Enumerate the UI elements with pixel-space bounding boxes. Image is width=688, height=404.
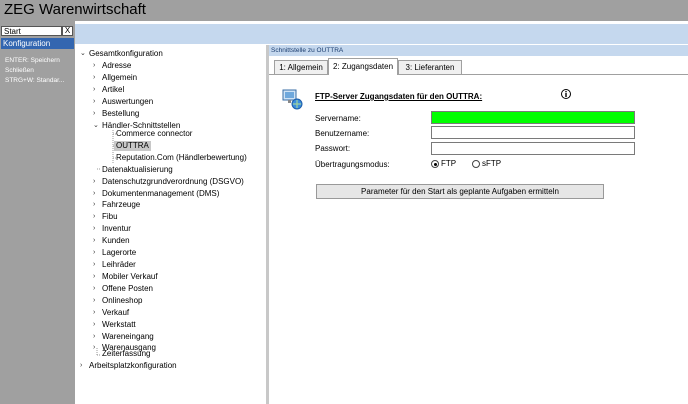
tree-root-arbeitsplatz[interactable]: Arbeitsplatzkonfiguration (89, 361, 177, 371)
title-bar: ZEG Warenwirtschaft (0, 0, 688, 21)
expand-icon[interactable]: ⌄ (93, 121, 99, 131)
tree-item-artikel[interactable]: Artikel (102, 85, 124, 95)
chevron-right-icon[interactable]: › (93, 272, 95, 282)
tab-zugangsdaten[interactable]: 2: Zugangsdaten (328, 58, 398, 75)
chevron-right-icon[interactable]: › (80, 361, 82, 371)
tree-item-datenaktualisierung[interactable]: Datenaktualisierung (102, 165, 173, 175)
ftp-heading: FTP-Server Zugangsdaten für den OUTTRA: (315, 92, 483, 101)
expand-icon[interactable]: ⌄ (80, 49, 86, 59)
chevron-right-icon[interactable]: › (93, 73, 95, 83)
chevron-right-icon[interactable]: › (93, 200, 95, 210)
tree-item-lagerorte[interactable]: Lagerorte (102, 248, 136, 258)
tree-item-werkstatt[interactable]: Werkstatt (102, 320, 136, 330)
zugangsdaten-panel (269, 75, 688, 404)
chevron-right-icon[interactable]: › (93, 97, 95, 107)
chevron-right-icon[interactable]: › (93, 284, 95, 294)
radio-ftp[interactable] (431, 160, 439, 168)
tree-root-gesamt[interactable]: Gesamtkonfiguration (89, 49, 163, 59)
tree-item-zeiterfassung[interactable]: Zeiterfassung (102, 349, 150, 359)
chevron-right-icon[interactable]: › (93, 177, 95, 187)
passwort-input[interactable] (431, 142, 635, 155)
hint-close: Schließen (5, 67, 34, 74)
tree-item-outtra[interactable]: OUTTRA (114, 141, 151, 151)
tree-item-dsgvo[interactable]: Datenschutzgrundverordnung (DSGVO) (102, 177, 244, 187)
close-tab-button[interactable]: X (62, 26, 73, 36)
tree-item-allgemein[interactable]: Allgemein (102, 73, 137, 83)
chevron-right-icon[interactable]: › (93, 332, 95, 342)
label-passwort: Passwort: (315, 144, 351, 153)
hint-save: ENTER: Speichern (5, 57, 60, 64)
tree-item-commerce[interactable]: Commerce connector (116, 129, 192, 139)
tree-item-bestellung[interactable]: Bestellung (102, 109, 139, 119)
chevron-right-icon[interactable]: › (93, 61, 95, 71)
app-title: ZEG Warenwirtschaft (4, 1, 146, 18)
tree-item-dms[interactable]: Dokumentenmanagement (DMS) (102, 189, 219, 199)
panel-title: Schnittstelle zu OUTTRA (269, 45, 688, 56)
sidebar: Start X Konfiguration ENTER: Speichern S… (0, 21, 75, 404)
label-ftp: FTP (441, 159, 457, 168)
servername-input[interactable] (431, 111, 635, 124)
chevron-right-icon[interactable]: › (93, 320, 95, 330)
tab-lieferanten[interactable]: 3: Lieferanten (398, 60, 462, 74)
tree-item-reputation[interactable]: Reputation.Com (Händlerbewertung) (116, 153, 247, 163)
chevron-right-icon[interactable]: › (93, 224, 95, 234)
info-icon[interactable] (561, 89, 571, 99)
chevron-right-icon[interactable]: › (93, 296, 95, 306)
tree-item-leihraeder[interactable]: Leihräder (102, 260, 136, 270)
tree-item-mobiler-verkauf[interactable]: Mobiler Verkauf (102, 272, 158, 282)
chevron-right-icon[interactable]: › (93, 189, 95, 199)
network-server-icon (282, 89, 303, 110)
chevron-right-icon[interactable]: › (93, 248, 95, 258)
chevron-right-icon[interactable]: › (93, 236, 95, 246)
tree-item-verkauf[interactable]: Verkauf (102, 308, 129, 318)
chevron-right-icon[interactable]: › (93, 109, 95, 119)
hint-standard: STRG+W: Standar... (5, 77, 65, 84)
parameter-ermitteln-button[interactable]: Parameter für den Start als geplante Auf… (316, 184, 604, 199)
sidebar-item-konfiguration[interactable]: Konfiguration (1, 38, 74, 49)
chevron-right-icon[interactable]: › (93, 212, 95, 222)
tab-allgemein[interactable]: 1: Allgemein (274, 60, 328, 74)
tree-item-kunden[interactable]: Kunden (102, 236, 130, 246)
config-tree: ⌄ Gesamtkonfiguration › Adresse › Allgem… (75, 45, 265, 404)
label-uebertragungsmodus: Übertragungsmodus: (315, 160, 390, 169)
label-servername: Servername: (315, 114, 361, 123)
tree-item-adresse[interactable]: Adresse (102, 61, 131, 71)
tree-item-auswertungen[interactable]: Auswertungen (102, 97, 153, 107)
chevron-right-icon[interactable]: › (93, 308, 95, 318)
tree-item-fahrzeuge[interactable]: Fahrzeuge (102, 200, 140, 210)
tree-item-inventur[interactable]: Inventur (102, 224, 131, 234)
tree-item-fibu[interactable]: Fibu (102, 212, 118, 222)
tree-item-wareneingang[interactable]: Wareneingang (102, 332, 154, 342)
tree-item-offene-posten[interactable]: Offene Posten (102, 284, 153, 294)
label-sftp: sFTP (482, 159, 502, 168)
benutzername-input[interactable] (431, 126, 635, 139)
radio-sftp[interactable] (472, 160, 480, 168)
chevron-right-icon[interactable]: › (93, 343, 95, 353)
tree-item-onlineshop[interactable]: Onlineshop (102, 296, 142, 306)
chevron-right-icon[interactable]: › (93, 260, 95, 270)
tab-bar: 1: Allgemein 2: Zugangsdaten 3: Lieferan… (269, 57, 688, 75)
start-tab[interactable]: Start (1, 26, 62, 36)
label-benutzername: Benutzername: (315, 129, 370, 138)
header-strip (75, 24, 688, 44)
chevron-right-icon[interactable]: › (93, 85, 95, 95)
